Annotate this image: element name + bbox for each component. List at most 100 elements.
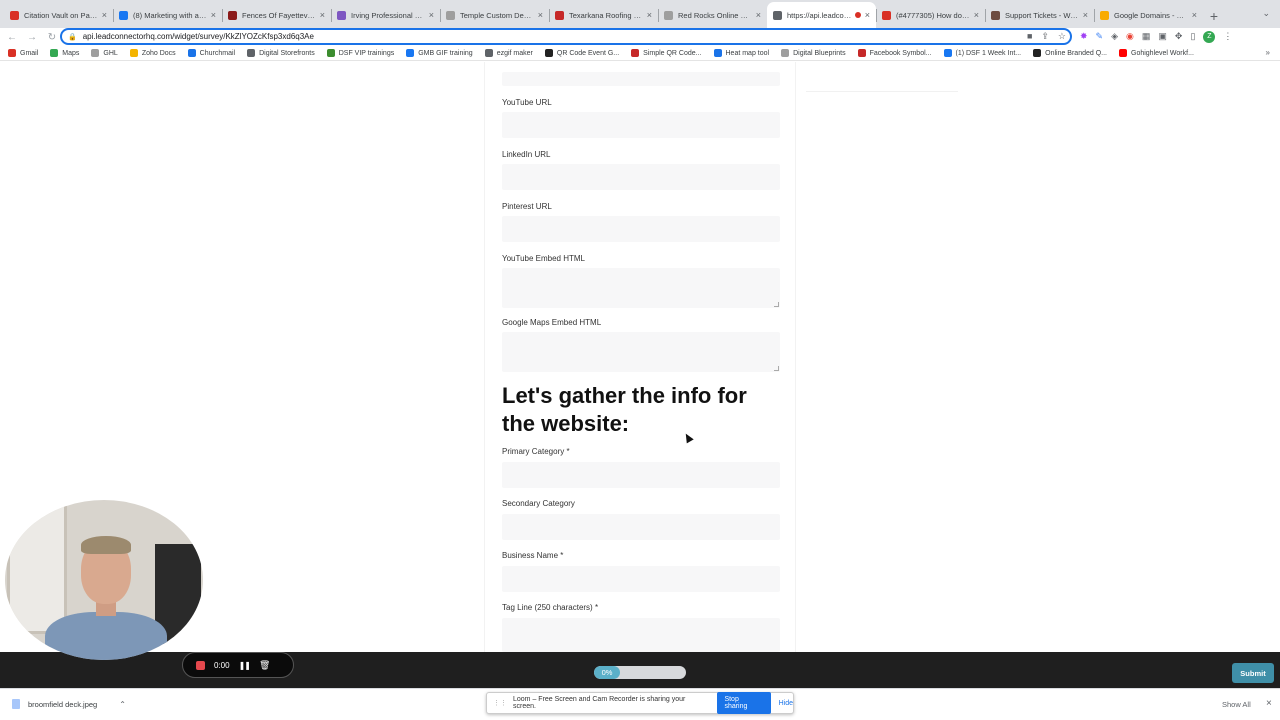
bookmark-item[interactable]: Digital Storefronts <box>247 49 315 57</box>
webcam-bubble[interactable] <box>5 500 203 660</box>
text-input-partial[interactable] <box>502 72 780 86</box>
bookmark-favicon-icon <box>943 49 952 57</box>
bookmark-item[interactable]: ezgif maker <box>484 49 533 57</box>
bookmark-item[interactable]: Facebook Symbol... <box>857 49 932 57</box>
resize-handle[interactable] <box>774 366 779 371</box>
chevron-up-icon[interactable]: ⌃ <box>119 700 126 709</box>
extension-icon[interactable]: ▦ <box>1142 31 1151 42</box>
bookmark-label: Gmail <box>20 49 39 57</box>
bookmark-item[interactable]: Gohighlevel Workf... <box>1119 49 1194 57</box>
youtube-embed-textarea[interactable] <box>502 268 780 308</box>
bookmark-label: GHL <box>103 49 118 57</box>
trash-icon[interactable]: 🗑 <box>259 660 270 671</box>
bookmark-item[interactable]: Churchmail <box>187 49 235 57</box>
back-arrow-icon[interactable]: ← <box>2 32 22 43</box>
google-maps-embed-textarea[interactable] <box>502 332 780 372</box>
close-tab-icon[interactable]: × <box>102 10 107 20</box>
tab[interactable]: (#4777305) How do I... × <box>876 2 985 28</box>
tab[interactable]: Citation Vault on Pass... × <box>4 2 113 28</box>
resize-handle[interactable] <box>774 302 779 307</box>
close-tab-icon[interactable]: × <box>538 10 543 20</box>
bookmark-item[interactable]: DSF VIP trainings <box>326 49 394 57</box>
bookmark-item[interactable]: Simple QR Code... <box>631 49 702 57</box>
tab[interactable]: Texarkana Roofing Pro... × <box>549 2 658 28</box>
tab-title: (#4777305) How do I... <box>896 10 970 20</box>
linkedin-url-input[interactable] <box>502 164 780 190</box>
share-icon[interactable]: ⇪ <box>1041 31 1049 42</box>
close-tab-icon[interactable]: × <box>756 10 761 20</box>
download-item[interactable]: broomfield deck.jpeg ⌃ <box>12 699 126 709</box>
bookmark-favicon-icon <box>50 49 59 57</box>
tab[interactable]: (8) Marketing with a M... × <box>113 2 222 28</box>
bookmark-item[interactable]: QR Code Event G... <box>544 49 619 57</box>
tab[interactable]: Temple Custom Decks... × <box>440 2 549 28</box>
tab-strip: Citation Vault on Pass... × (8) Marketing … <box>0 0 1280 28</box>
tab[interactable]: Red Rocks Online Sol... × <box>658 2 767 28</box>
business-name-input[interactable] <box>502 566 780 592</box>
tab-active[interactable]: https://api.leadcon... × <box>767 2 876 28</box>
bookmark-favicon-icon <box>187 49 196 57</box>
bookmark-item[interactable]: GMB GIF training <box>406 49 473 57</box>
bookmark-item[interactable]: Heat map tool <box>713 49 769 57</box>
tab[interactable]: Google Domains - DN... × <box>1094 2 1203 28</box>
bookmark-item[interactable]: (1) DSF 1 Week Int... <box>943 49 1021 57</box>
youtube-url-input[interactable] <box>502 112 780 138</box>
close-tab-icon[interactable]: × <box>1192 10 1197 20</box>
puzzle-icon[interactable]: ✥ <box>1175 31 1183 42</box>
extension-icon[interactable]: ◉ <box>1126 31 1134 42</box>
bookmark-favicon-icon <box>1119 49 1127 57</box>
tab-search-chevron-icon[interactable]: ⌄ <box>1262 8 1270 19</box>
recording-timer: 0:00 <box>214 660 230 670</box>
close-tab-icon[interactable]: × <box>320 10 325 20</box>
stop-recording-icon[interactable] <box>196 660 205 670</box>
tab-favicon-icon <box>664 10 673 20</box>
bookmark-item[interactable]: GHL <box>91 49 118 57</box>
forward-arrow-icon[interactable]: → <box>22 32 42 43</box>
close-tab-icon[interactable]: × <box>865 10 870 20</box>
bookmark-item[interactable]: Maps <box>50 49 79 57</box>
tab[interactable]: Support Tickets - Wel... × <box>985 2 1094 28</box>
extension-icon[interactable]: ▣ <box>1158 31 1167 42</box>
menu-kebab-icon[interactable]: ⋮ <box>1223 31 1232 42</box>
field-label: Pinterest URL <box>502 202 552 211</box>
tab[interactable]: Fences Of Fayettevill... × <box>222 2 331 28</box>
close-tab-icon[interactable]: × <box>211 10 216 20</box>
tag-line-input[interactable] <box>502 618 780 652</box>
bookmark-item[interactable]: Zoho Docs <box>129 49 176 57</box>
bookmark-label: GMB GIF training <box>418 49 473 57</box>
extension-icon[interactable]: ✸ <box>1080 31 1088 42</box>
reload-icon[interactable]: ↻ <box>42 32 62 43</box>
pause-icon[interactable]: ❚❚ <box>239 661 251 670</box>
bookmark-label: Digital Storefronts <box>259 49 315 57</box>
secondary-category-input[interactable] <box>502 514 780 540</box>
close-tab-icon[interactable]: × <box>974 10 979 20</box>
camera-icon[interactable]: ■ <box>1027 31 1032 42</box>
primary-category-input[interactable] <box>502 462 780 488</box>
bookmark-item[interactable]: Online Branded Q... <box>1033 49 1107 57</box>
show-all-button[interactable]: Show All <box>1222 700 1251 709</box>
close-tab-icon[interactable]: × <box>647 10 652 20</box>
close-tab-icon[interactable]: × <box>1083 10 1088 20</box>
bookmark-label: Gohighlevel Workf... <box>1131 49 1194 57</box>
close-tab-icon[interactable]: × <box>429 10 434 20</box>
address-bar[interactable]: 🔒 api.leadconnectorhq.com/widget/survey/… <box>60 28 1072 45</box>
extension-icon[interactable]: ◈ <box>1111 31 1118 42</box>
side-panel-icon[interactable]: ▯ <box>1190 31 1195 42</box>
bookmark-item[interactable]: Gmail <box>8 49 38 57</box>
bookmark-star-icon[interactable]: ☆ <box>1058 31 1066 42</box>
new-tab-button[interactable]: + <box>1203 4 1225 28</box>
stop-sharing-button[interactable]: Stop sharing <box>717 692 771 714</box>
drag-handle-icon[interactable]: ⋮⋮ <box>493 699 507 707</box>
survey-form: YouTube URL LinkedIn URL Pinterest URL Y… <box>484 62 796 652</box>
hide-button[interactable]: Hide <box>779 700 793 707</box>
submit-button[interactable]: Submit <box>1232 663 1274 683</box>
tab[interactable]: Irving Professional De... × <box>331 2 440 28</box>
bookmark-item[interactable]: Digital Blueprints <box>781 49 846 57</box>
extension-icon[interactable]: ✎ <box>1096 31 1104 42</box>
tab-favicon-icon <box>337 10 346 20</box>
profile-avatar[interactable]: Z <box>1203 30 1216 43</box>
tab-favicon-icon <box>446 10 455 20</box>
pinterest-url-input[interactable] <box>502 216 780 242</box>
more-bookmarks-icon[interactable]: » <box>1266 48 1270 57</box>
close-icon[interactable]: × <box>1266 698 1272 709</box>
